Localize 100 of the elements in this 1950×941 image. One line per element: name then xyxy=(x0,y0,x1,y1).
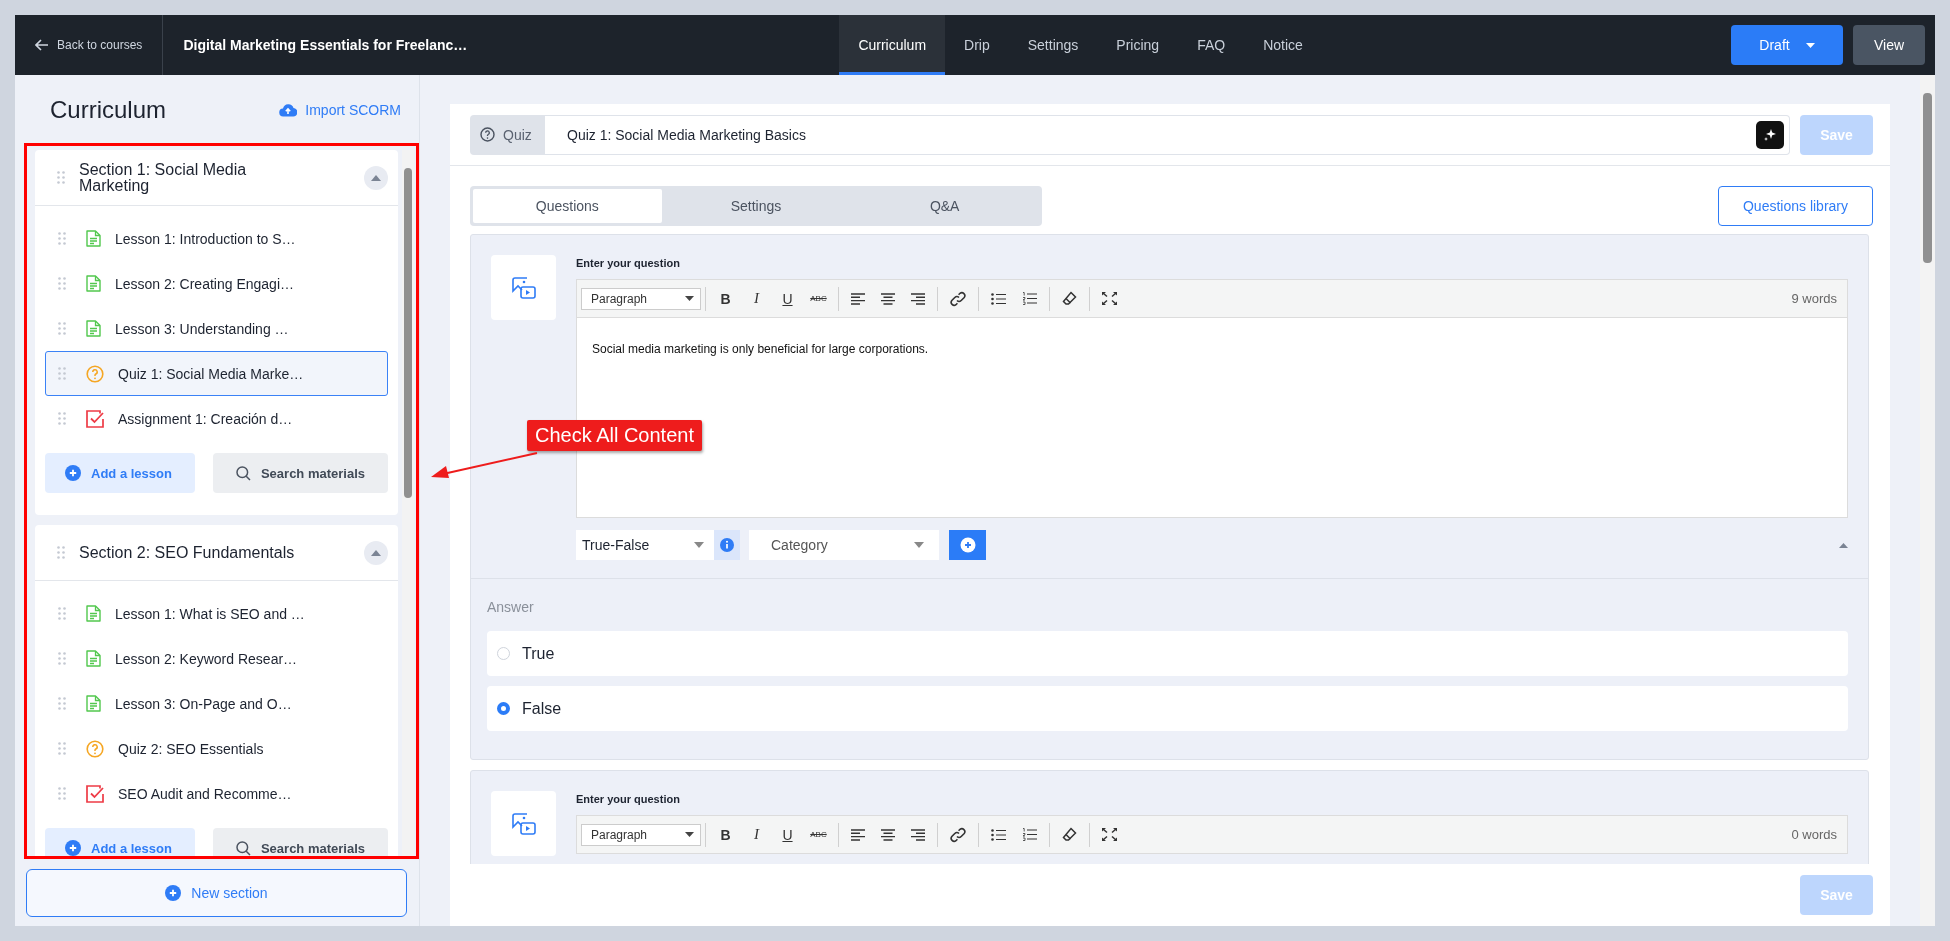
document-icon xyxy=(86,695,101,712)
nav-tab[interactable]: Drip xyxy=(945,15,1009,75)
lesson-item[interactable]: Lesson 2: Keyword Resear… xyxy=(45,636,388,681)
text-align-icon[interactable] xyxy=(911,828,925,841)
plus-circle-icon xyxy=(65,840,81,856)
lesson-item[interactable]: Lesson 1: Introduction to S… xyxy=(45,216,388,261)
text-align-icon[interactable] xyxy=(881,292,895,305)
eraser-icon[interactable] xyxy=(1062,827,1077,842)
drag-handle-icon[interactable] xyxy=(57,171,65,184)
document-icon xyxy=(86,230,101,247)
nav-tab[interactable]: Curriculum xyxy=(839,15,946,75)
answer-option[interactable]: True xyxy=(487,631,1848,676)
media-button[interactable] xyxy=(491,255,556,320)
new-section-button[interactable]: New section xyxy=(26,869,407,917)
answer-option[interactable]: False xyxy=(487,686,1848,731)
fullscreen-icon[interactable] xyxy=(1102,828,1117,841)
format-button[interactable]: U xyxy=(772,290,803,307)
plus-circle-icon xyxy=(959,537,976,553)
lesson-item[interactable]: Lesson 1: What is SEO and … xyxy=(45,591,388,636)
image-video-icon xyxy=(511,276,536,299)
text-align-icon[interactable] xyxy=(881,828,895,841)
editor-tab[interactable]: Questions xyxy=(473,189,662,223)
view-button[interactable]: View xyxy=(1853,25,1925,65)
fullscreen-icon[interactable] xyxy=(1102,292,1117,305)
drag-handle-icon[interactable] xyxy=(58,367,66,380)
collapse-button[interactable] xyxy=(364,540,388,565)
nav-tab[interactable]: Settings xyxy=(1008,15,1098,75)
info-icon xyxy=(720,538,734,552)
question-circle-icon xyxy=(86,364,104,383)
format-button[interactable]: I xyxy=(741,290,772,307)
link-icon[interactable] xyxy=(950,826,966,843)
format-button[interactable]: B xyxy=(710,826,741,843)
draft-button[interactable]: Draft xyxy=(1731,25,1843,65)
drag-handle-icon[interactable] xyxy=(58,232,66,245)
title-field[interactable]: Quiz 1: Social Media Marketing Basics xyxy=(545,114,1790,155)
lesson-item[interactable]: Quiz 1: Social Media Marke… xyxy=(45,351,388,396)
question-type-dropdown[interactable]: True-False xyxy=(576,530,714,560)
lesson-item[interactable]: SEO Audit and Recomme… xyxy=(45,771,388,816)
drag-handle-icon[interactable] xyxy=(58,277,66,290)
numbered-list-icon[interactable] xyxy=(1022,828,1037,841)
caret-down-icon xyxy=(1805,42,1815,48)
sidebar-title: Curriculum xyxy=(50,96,166,124)
course-title: Digital Marketing Essentials for Freelanc… xyxy=(183,37,469,53)
info-button[interactable] xyxy=(714,530,740,560)
category-dropdown[interactable]: Category xyxy=(749,530,939,560)
lesson-item[interactable]: Quiz 2: SEO Essentials xyxy=(45,726,388,771)
text-align-icon[interactable] xyxy=(851,828,865,841)
drag-handle-icon[interactable] xyxy=(58,787,66,800)
bullet-list-icon[interactable] xyxy=(991,292,1006,305)
drag-handle-icon[interactable] xyxy=(58,652,66,665)
sparkle-button[interactable] xyxy=(1756,120,1784,149)
field-label: Quiz xyxy=(503,126,532,143)
scrollbar[interactable] xyxy=(1920,75,1935,926)
drag-handle-icon[interactable] xyxy=(57,546,65,559)
image-video-icon xyxy=(511,812,536,835)
format-button[interactable]: U xyxy=(772,826,803,843)
checkbox-task-icon xyxy=(86,409,104,428)
editor-tab[interactable]: Settings xyxy=(661,189,851,223)
question-label: Enter your question xyxy=(576,257,681,269)
caret-down-icon xyxy=(685,832,694,837)
lesson-item[interactable]: Lesson 3: On-Page and O… xyxy=(45,681,388,726)
format-button[interactable]: ABC xyxy=(803,830,834,839)
eraser-icon[interactable] xyxy=(1062,291,1077,306)
questions-library-button[interactable]: Questions library xyxy=(1717,186,1873,226)
lesson-item[interactable]: Assignment 1: Creación d… xyxy=(45,396,388,441)
text-align-icon[interactable] xyxy=(851,292,865,305)
format-dropdown[interactable]: Paragraph xyxy=(581,287,701,310)
bullet-list-icon[interactable] xyxy=(991,828,1006,841)
answer-label: Answer xyxy=(487,599,535,615)
drag-handle-icon[interactable] xyxy=(58,697,66,710)
drag-handle-icon[interactable] xyxy=(58,742,66,755)
link-icon[interactable] xyxy=(950,290,966,307)
lesson-item[interactable]: Lesson 2: Creating Engagi… xyxy=(45,261,388,306)
radio-button[interactable] xyxy=(497,702,510,715)
collapse-button[interactable] xyxy=(364,165,388,190)
nav-tab[interactable]: FAQ xyxy=(1178,15,1245,75)
search-materials-button[interactable]: Search materials xyxy=(213,828,388,856)
lesson-item[interactable]: Lesson 3: Understanding … xyxy=(45,306,388,351)
drag-handle-icon[interactable] xyxy=(58,322,66,335)
caret-up-icon[interactable] xyxy=(1839,542,1848,548)
back-link[interactable]: Back to courses xyxy=(15,38,163,52)
nav-tab[interactable]: Notice xyxy=(1244,15,1322,75)
drag-handle-icon[interactable] xyxy=(58,607,66,620)
caret-up-icon xyxy=(371,174,381,181)
format-button[interactable]: ABC xyxy=(803,294,834,303)
numbered-list-icon[interactable] xyxy=(1022,292,1037,305)
import-link[interactable]: Import SCORM xyxy=(279,102,401,118)
add-category-button[interactable] xyxy=(949,530,986,560)
scrollbar[interactable] xyxy=(402,150,414,856)
search-materials-button[interactable]: Search materials xyxy=(213,453,388,493)
checkbox-task-icon xyxy=(86,784,104,803)
drag-handle-icon[interactable] xyxy=(58,412,66,425)
format-button[interactable]: B xyxy=(710,290,741,307)
format-dropdown[interactable]: Paragraph xyxy=(581,823,701,846)
format-button[interactable]: I xyxy=(741,826,772,843)
editor-tab[interactable]: Q&A xyxy=(850,189,1039,223)
nav-tab[interactable]: Pricing xyxy=(1097,15,1179,75)
document-icon xyxy=(86,650,101,667)
media-button[interactable] xyxy=(491,791,556,856)
text-align-icon[interactable] xyxy=(911,292,925,305)
